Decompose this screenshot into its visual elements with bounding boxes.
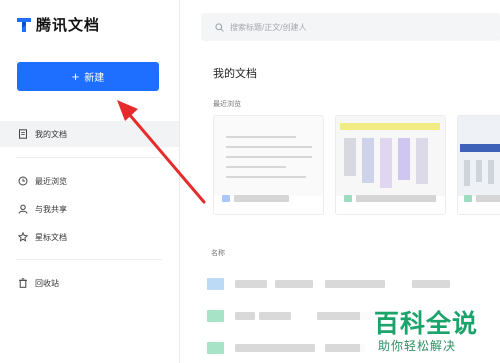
page-title: 我的文档 (213, 68, 257, 80)
sidebar: 腾讯文档 + 新建 我的文档 最近浏览 与我共享 星标文档 回收站 (0, 0, 180, 363)
recent-sheet-card-partial[interactable] (457, 115, 500, 215)
sidebar-item-label: 我的文档 (35, 129, 67, 139)
sidebar-item-label: 回收站 (35, 278, 59, 288)
new-document-button[interactable]: + 新建 (17, 62, 159, 91)
sidebar-item-my-documents[interactable]: 我的文档 (0, 121, 179, 147)
recent-sheet-card[interactable] (335, 115, 446, 215)
file-name-blurred (235, 280, 267, 288)
user-icon (18, 204, 28, 214)
sidebar-item-recent[interactable]: 最近浏览 (0, 168, 179, 194)
search-bar[interactable] (201, 13, 500, 41)
trash-icon (19, 278, 27, 288)
list-item[interactable] (207, 276, 500, 294)
search-input[interactable] (230, 22, 470, 32)
file-icon (207, 278, 224, 290)
sidebar-divider (16, 259, 162, 260)
recent-section-label: 最近浏览 (213, 101, 241, 108)
sidebar-divider (16, 157, 162, 158)
sidebar-item-trash[interactable]: 回收站 (0, 270, 179, 296)
document-icon (19, 129, 27, 139)
sheet-type-icon (464, 195, 472, 202)
clock-icon (18, 176, 28, 186)
file-meta-blurred (325, 280, 385, 288)
app-logo[interactable]: 腾讯文档 (16, 14, 100, 34)
file-icon (207, 342, 224, 354)
sidebar-item-label: 与我共享 (35, 204, 67, 214)
new-button-label: 新建 (84, 73, 105, 84)
plus-icon: + (71, 69, 80, 84)
file-icon (207, 310, 224, 322)
sidebar-item-starred[interactable]: 星标文档 (0, 224, 179, 250)
sidebar-item-label: 星标文档 (35, 232, 67, 242)
star-icon (18, 232, 28, 242)
file-meta-blurred (412, 280, 450, 288)
doc-type-icon (222, 195, 230, 202)
sidebar-item-label: 最近浏览 (35, 176, 67, 186)
watermark-title: 百科全说 (374, 310, 479, 338)
sidebar-item-shared[interactable]: 与我共享 (0, 196, 179, 222)
doc-thumbnail (214, 116, 323, 196)
sheet-type-icon (344, 195, 352, 202)
sheet-thumbnail (336, 116, 445, 196)
doc-name-blurred (234, 195, 289, 202)
file-name-blurred (275, 280, 313, 288)
sheet-name-blurred (476, 195, 500, 202)
app-name: 腾讯文档 (36, 16, 101, 34)
recent-doc-card[interactable] (213, 115, 324, 215)
name-column-header: 名称 (211, 250, 225, 257)
file-name-blurred (259, 312, 291, 320)
watermark: 百科全说 助你轻松解决 (360, 300, 500, 363)
file-name-blurred (235, 344, 315, 352)
sheet-thumbnail (458, 116, 500, 196)
tencent-docs-logo-icon (17, 17, 31, 32)
watermark-subtitle: 助你轻松解决 (378, 339, 457, 353)
sheet-name-blurred (356, 195, 436, 202)
file-name-blurred (235, 312, 255, 320)
search-icon (215, 22, 224, 32)
file-meta-blurred (325, 344, 365, 352)
